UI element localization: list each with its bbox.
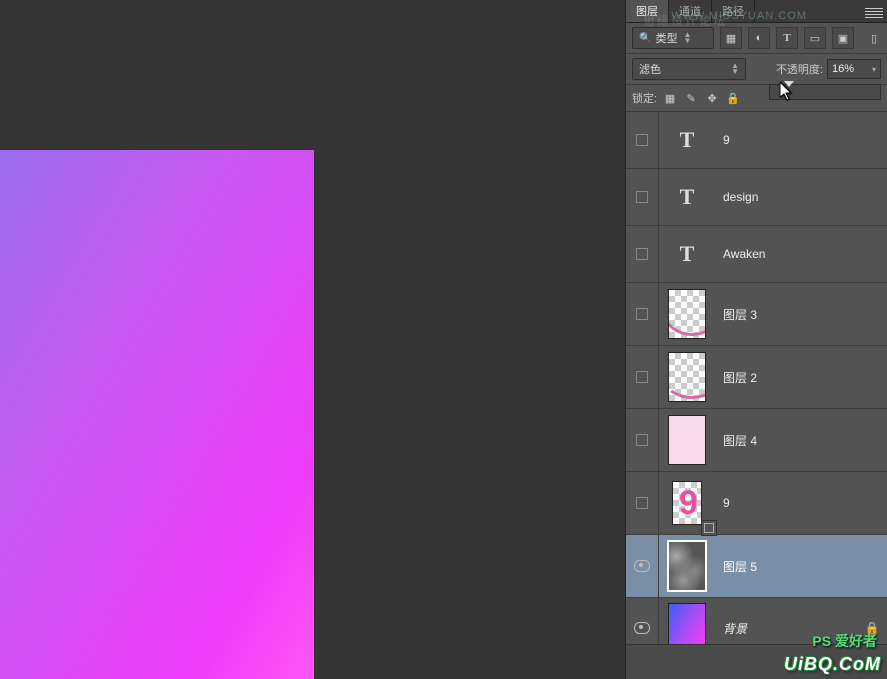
layer-name[interactable]: 图层 5 — [715, 558, 887, 575]
watermark-text: WWW.MISSYUAN.COM — [671, 10, 807, 22]
text-layer-icon: T — [665, 184, 709, 210]
layer-row[interactable]: T Awaken — [626, 226, 887, 283]
layer-name[interactable]: 9 — [715, 496, 887, 510]
layer-name[interactable]: design — [715, 190, 887, 204]
layer-thumbnail[interactable] — [668, 289, 706, 339]
visibility-off-icon — [636, 371, 648, 383]
dropdown-arrows-icon: ▲▼ — [731, 63, 739, 75]
visibility-toggle[interactable] — [626, 283, 659, 345]
layer-row[interactable]: T design — [626, 169, 887, 226]
visibility-toggle[interactable] — [626, 112, 659, 168]
visibility-toggle[interactable] — [626, 226, 659, 282]
text-layer-icon: T — [665, 241, 709, 267]
visibility-toggle[interactable] — [626, 409, 659, 471]
visibility-off-icon — [636, 248, 648, 260]
visibility-off-icon — [636, 134, 648, 146]
opacity-label: 不透明度: — [776, 61, 823, 77]
blend-mode-select[interactable]: 滤色 ▲▼ — [632, 58, 746, 80]
text-layer-icon: T — [665, 127, 709, 153]
lock-row: 锁定: ▦ ✎ ✥ 🔒 — [626, 85, 887, 112]
slider-thumb-icon[interactable] — [784, 81, 794, 87]
filter-smart-icon[interactable]: ▣ — [832, 27, 854, 49]
filter-text-icon[interactable]: T — [776, 27, 798, 49]
document-canvas[interactable] — [0, 150, 314, 679]
lock-label: 锁定: — [632, 90, 657, 106]
visibility-off-icon — [636, 308, 648, 320]
layer-name[interactable]: Awaken — [715, 247, 887, 261]
layer-thumbnail[interactable]: 9 — [672, 481, 702, 525]
layer-row[interactable]: 图层 2 — [626, 346, 887, 409]
search-icon: 🔍 — [639, 33, 651, 44]
filter-kind-select[interactable]: 🔍 类型 ▲▼ — [632, 27, 714, 49]
visibility-toggle[interactable] — [626, 169, 659, 225]
opacity-slider[interactable] — [769, 84, 881, 100]
layers-panel: 图层 通道 路径 🔍 类型 ▲▼ ▦ ◐ T ▭ ▣ ▯ 滤色 ▲▼ 不透明度:… — [625, 0, 887, 679]
layer-row[interactable]: 图层 3 — [626, 283, 887, 346]
layer-thumbnail[interactable] — [667, 540, 707, 592]
vector-mask-icon[interactable] — [701, 520, 717, 536]
layer-row[interactable]: 图层 4 — [626, 409, 887, 472]
watermark-text: UiBQ.CoM — [784, 654, 881, 675]
visibility-off-icon — [636, 191, 648, 203]
layer-row[interactable]: 图层 5 — [626, 535, 887, 598]
layer-name[interactable]: 图层 3 — [715, 306, 887, 323]
layer-name[interactable]: 图层 4 — [715, 432, 887, 449]
layer-name[interactable]: 图层 2 — [715, 369, 887, 386]
layer-thumbnail[interactable] — [668, 352, 706, 402]
filter-pixel-icon[interactable]: ▦ — [720, 27, 742, 49]
visibility-toggle[interactable] — [626, 598, 659, 649]
visibility-toggle[interactable] — [626, 472, 659, 534]
filter-kind-label: 类型 — [655, 30, 677, 46]
layer-row[interactable]: 9 9 — [626, 472, 887, 535]
eye-icon — [634, 622, 650, 634]
panel-menu-icon[interactable] — [861, 4, 887, 22]
lock-pixels-icon[interactable]: ✎ — [683, 90, 699, 106]
dropdown-arrows-icon: ▲▼ — [683, 32, 691, 44]
layer-name[interactable]: 9 — [715, 133, 887, 147]
layer-row[interactable]: T 9 — [626, 112, 887, 169]
filter-adjustment-icon[interactable]: ◐ — [748, 27, 770, 49]
lock-transparency-icon[interactable]: ▦ — [662, 90, 678, 106]
chevron-down-icon: ▾ — [872, 65, 876, 74]
filter-toggle-icon[interactable]: ▯ — [867, 28, 881, 48]
layer-thumbnail[interactable] — [668, 415, 706, 465]
eye-icon — [634, 560, 650, 572]
watermark-text: PS 爱好者 — [812, 631, 877, 651]
opacity-value: 16% — [832, 63, 854, 75]
blend-row: 滤色 ▲▼ 不透明度: 16% ▾ — [626, 54, 887, 85]
visibility-toggle[interactable] — [626, 346, 659, 408]
filter-shape-icon[interactable]: ▭ — [804, 27, 826, 49]
visibility-off-icon — [636, 434, 648, 446]
visibility-toggle[interactable] — [626, 535, 659, 597]
layers-list: T 9 T design T Awaken 图层 3 图层 2 图层 4 — [626, 112, 887, 649]
lock-position-icon[interactable]: ✥ — [704, 90, 720, 106]
blend-mode-value: 滤色 — [639, 61, 661, 77]
opacity-input[interactable]: 16% ▾ — [827, 59, 881, 79]
canvas-area — [0, 0, 626, 679]
layer-thumbnail[interactable] — [668, 603, 706, 649]
lock-all-icon[interactable]: 🔒 — [725, 90, 741, 106]
visibility-off-icon — [636, 497, 648, 509]
